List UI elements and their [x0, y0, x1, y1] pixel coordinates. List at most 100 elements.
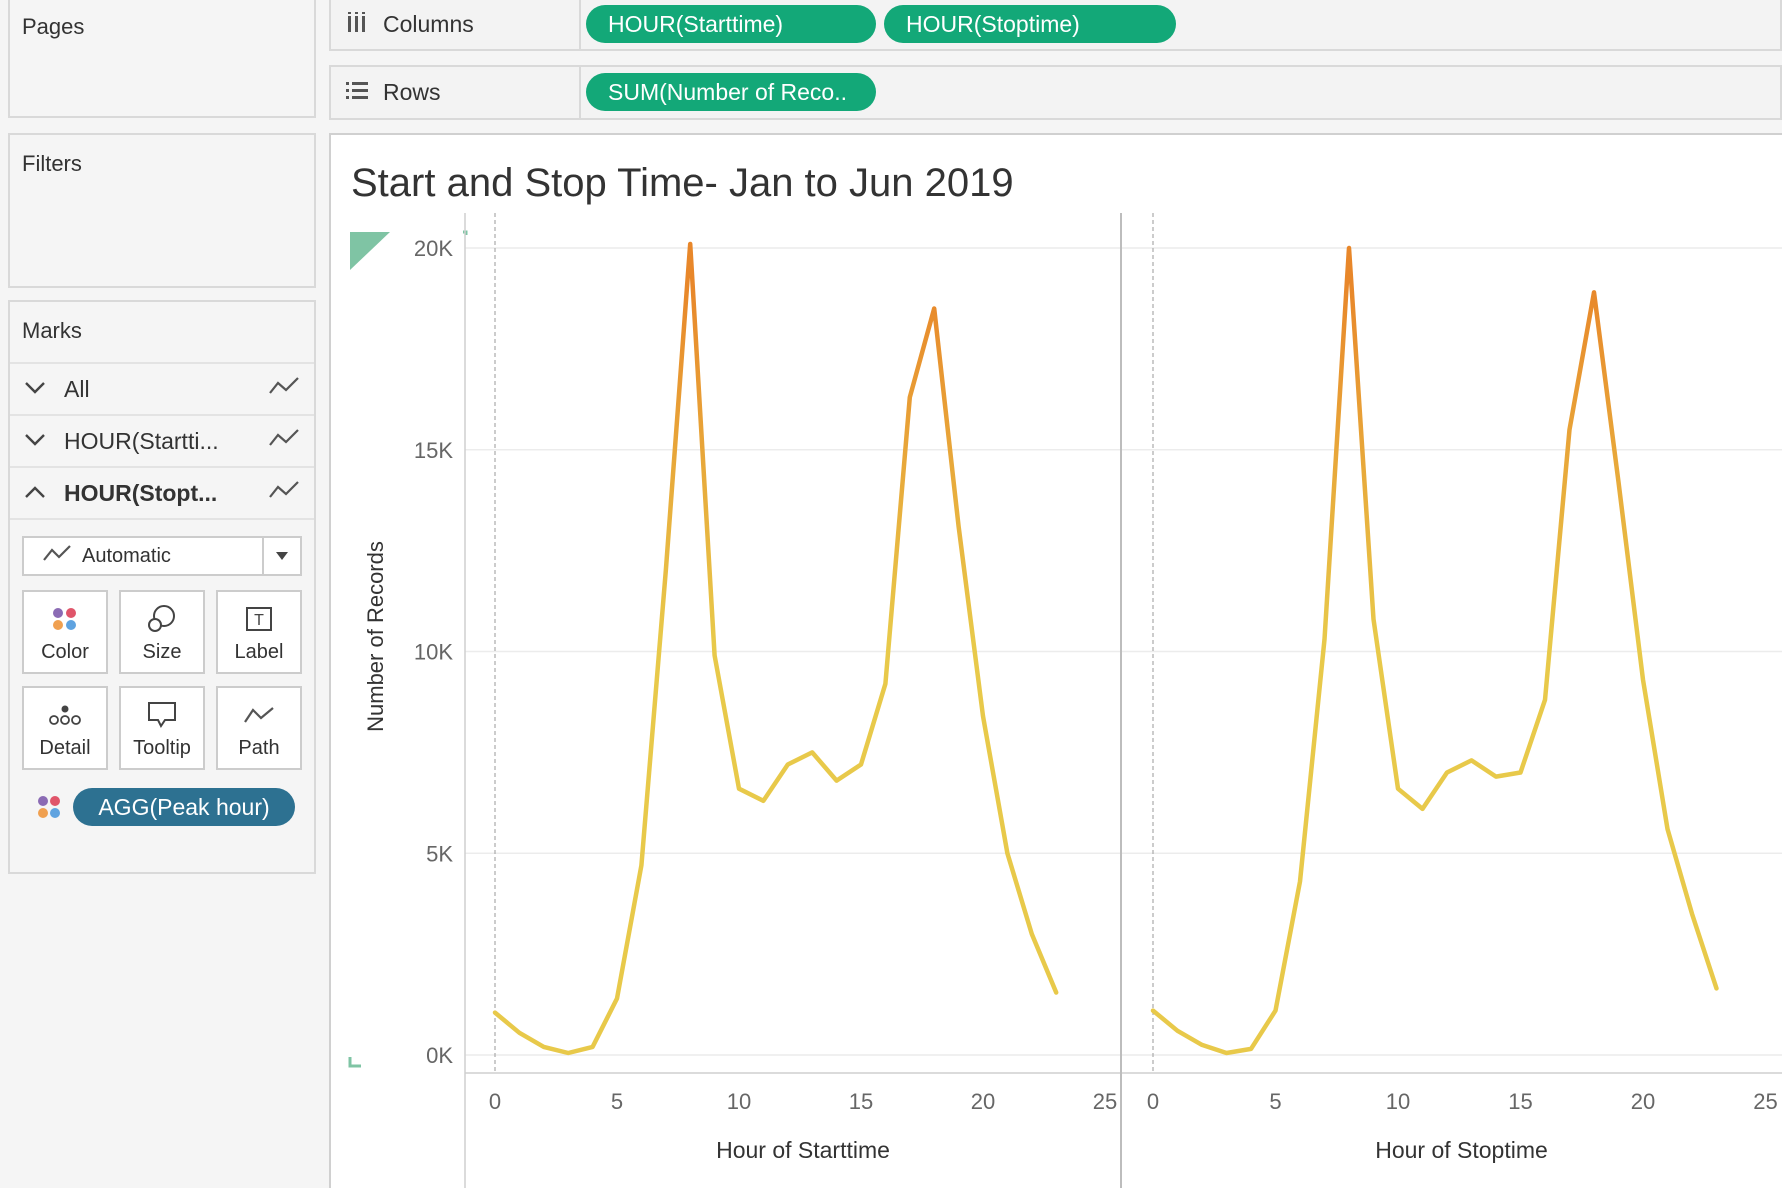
- series-line-starttime[interactable]: [492, 241, 1059, 1056]
- series-line-stoptime[interactable]: [1150, 245, 1719, 1056]
- line-mark-icon: [268, 375, 302, 403]
- marks-title: Marks: [22, 318, 82, 343]
- pages-panel: Pages: [8, 0, 316, 118]
- data-point[interactable]: [663, 568, 669, 574]
- data-point[interactable]: [1493, 774, 1499, 780]
- data-point[interactable]: [1591, 289, 1597, 295]
- data-point[interactable]: [565, 1050, 571, 1056]
- mark-type-dropdown[interactable]: Automatic: [22, 536, 302, 576]
- card-label: Size: [142, 641, 182, 663]
- rows-pill-records[interactable]: SUM(Number of Reco..: [586, 73, 876, 111]
- columns-shelf[interactable]: Columns HOUR(Starttime) HOUR(Stoptime): [329, 0, 1782, 51]
- columns-pill-stoptime[interactable]: HOUR(Stoptime): [884, 5, 1176, 43]
- data-point[interactable]: [907, 394, 913, 400]
- tooltip-card[interactable]: Tooltip: [119, 686, 205, 770]
- data-point[interactable]: [882, 681, 888, 687]
- rows-shelf[interactable]: Rows SUM(Number of Reco..: [329, 65, 1782, 120]
- data-point[interactable]: [687, 241, 693, 247]
- data-point[interactable]: [1175, 1028, 1181, 1034]
- data-point[interactable]: [1420, 806, 1426, 812]
- data-point[interactable]: [1224, 1050, 1230, 1056]
- card-label: Detail: [39, 737, 91, 759]
- x-tick-label: 5: [1269, 1089, 1281, 1114]
- color-pill-icon: [36, 794, 62, 825]
- marks-row-all[interactable]: All: [10, 362, 314, 414]
- y-tick-label: 10K: [414, 640, 453, 665]
- dropdown-arrow-icon: [262, 538, 300, 574]
- data-point[interactable]: [1004, 850, 1010, 856]
- marks-row-stoptime[interactable]: HOUR(Stopt...: [10, 466, 314, 518]
- card-label: Label: [234, 641, 284, 663]
- x-tick-label: 15: [849, 1089, 873, 1114]
- filters-title: Filters: [22, 151, 82, 176]
- data-point[interactable]: [1371, 616, 1377, 622]
- card-label: Path: [238, 737, 280, 759]
- data-point[interactable]: [1640, 677, 1646, 683]
- data-point[interactable]: [1616, 479, 1622, 485]
- data-point[interactable]: [931, 306, 937, 312]
- data-point[interactable]: [541, 1044, 547, 1050]
- line-chart[interactable]: 0K 5K 10K 15K 20K Number of Records 0 5 10 15 20 25…: [331, 135, 1782, 1188]
- data-point[interactable]: [1029, 931, 1035, 937]
- chevron-down-icon: [24, 378, 54, 401]
- data-point[interactable]: [1199, 1042, 1205, 1048]
- y-tick-label: 20K: [414, 236, 453, 261]
- data-point[interactable]: [638, 862, 644, 868]
- marks-row-label: HOUR(Startti...: [64, 427, 219, 454]
- data-point[interactable]: [1273, 1008, 1279, 1014]
- viz-area: Start and Stop Time- Jan to Jun 2019 0K 5…: [329, 133, 1782, 1188]
- data-point[interactable]: [1322, 636, 1328, 642]
- color-card[interactable]: Color: [22, 590, 108, 674]
- color-field-pill[interactable]: AGG(Peak hour): [73, 788, 295, 826]
- data-point[interactable]: [1542, 697, 1548, 703]
- data-point[interactable]: [1567, 427, 1573, 433]
- data-point[interactable]: [516, 1030, 522, 1036]
- data-point[interactable]: [1444, 770, 1450, 776]
- line-mark-icon: [268, 479, 302, 507]
- data-point[interactable]: [1665, 826, 1671, 832]
- data-point[interactable]: [1248, 1046, 1254, 1052]
- data-point[interactable]: [1395, 786, 1401, 792]
- data-point[interactable]: [492, 1010, 498, 1016]
- data-point[interactable]: [712, 653, 718, 659]
- data-point[interactable]: [980, 713, 986, 719]
- data-point[interactable]: [1518, 770, 1524, 776]
- rows-label-text: Rows: [383, 79, 441, 105]
- x-tick-label: 20: [1631, 1089, 1655, 1114]
- data-point[interactable]: [858, 761, 864, 767]
- data-point[interactable]: [736, 786, 742, 792]
- selection-bracket-icon: [348, 1057, 361, 1068]
- data-point[interactable]: [1150, 1008, 1156, 1014]
- data-point[interactable]: [834, 778, 840, 784]
- data-point[interactable]: [614, 996, 620, 1002]
- data-point[interactable]: [1689, 911, 1695, 917]
- marks-row-starttime[interactable]: HOUR(Startti...: [10, 414, 314, 466]
- detail-card[interactable]: Detail: [22, 686, 108, 770]
- columns-label-text: Columns: [383, 11, 474, 37]
- data-point[interactable]: [760, 798, 766, 804]
- data-point[interactable]: [1346, 245, 1352, 251]
- data-point[interactable]: [1714, 985, 1720, 991]
- data-point[interactable]: [590, 1044, 596, 1050]
- data-point[interactable]: [956, 523, 962, 529]
- data-point[interactable]: [1297, 878, 1303, 884]
- data-point[interactable]: [1469, 757, 1475, 763]
- data-point[interactable]: [785, 761, 791, 767]
- data-point[interactable]: [1053, 989, 1059, 995]
- rows-icon: [345, 80, 369, 106]
- size-card[interactable]: Size: [119, 590, 205, 674]
- columns-pill-starttime[interactable]: HOUR(Starttime): [586, 5, 876, 43]
- chevron-up-icon: [24, 482, 54, 505]
- x-tick-label: 5: [611, 1089, 623, 1114]
- y-tick-label: 15K: [414, 438, 453, 463]
- path-card[interactable]: Path: [216, 686, 302, 770]
- color-icon: [24, 602, 106, 636]
- label-card[interactable]: T Label: [216, 590, 302, 674]
- path-icon: [218, 698, 300, 732]
- filters-panel[interactable]: Filters: [8, 133, 316, 288]
- label-icon: T: [218, 602, 300, 636]
- tooltip-icon: [121, 698, 203, 732]
- y-axis-title: Number of Records: [363, 541, 388, 732]
- data-point[interactable]: [809, 749, 815, 755]
- x-tick-label: 25: [1093, 1089, 1117, 1114]
